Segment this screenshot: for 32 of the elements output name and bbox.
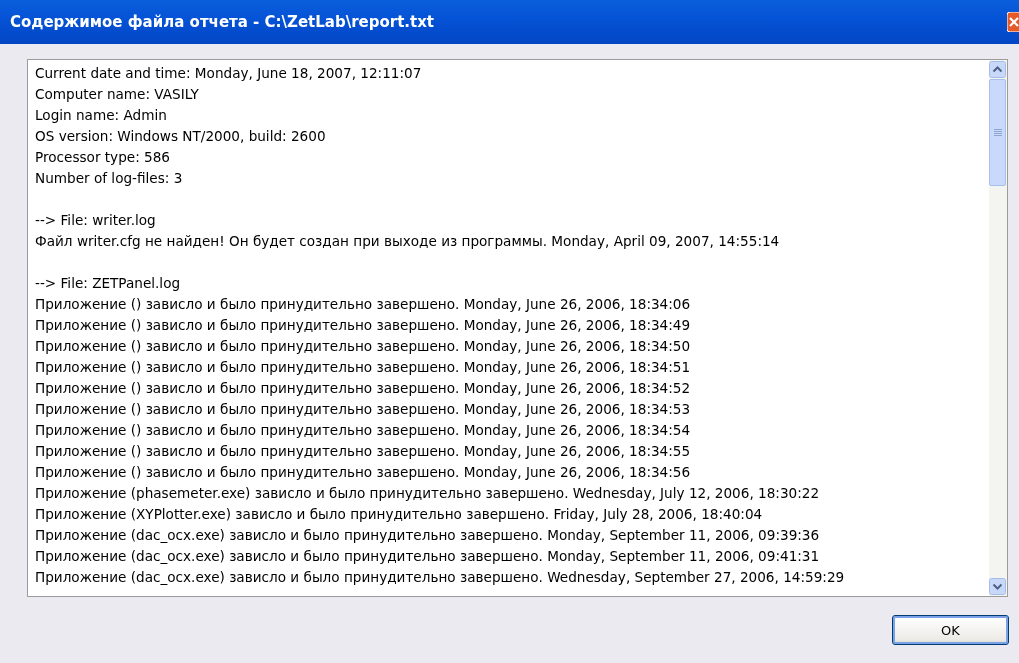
log-entry: Приложение (phasemeter.exe) зависло и было принудительно завершено. Wednesday, July 12, 2006, 18:30:22 — [35, 484, 821, 503]
log-entry: Приложение () зависло и было принудительно завершено. Monday, June 26, 2006, 18:34:50 — [35, 337, 692, 356]
log-entry: Приложение () зависло и было принудительно завершено. Monday, June 26, 2006, 18:34:54 — [35, 421, 692, 440]
file-heading: --> File: ZETPanel.log — [35, 274, 182, 293]
grip-icon — [993, 129, 1002, 136]
log-entry: Приложение (dac_ocx.exe) зависло и было принудительно завершено. Monday, September 11, 2006, 09:41:31 — [35, 547, 821, 566]
close-icon[interactable] — [1007, 12, 1019, 32]
report-line: OS version: Windows NT/2000, build: 2600 — [35, 127, 327, 146]
ok-button[interactable]: OK — [892, 615, 1009, 645]
scrollbar[interactable] — [989, 60, 1007, 596]
report-line: Processor type: 586 — [35, 148, 171, 167]
log-entry: Приложение () зависло и было принудительно завершено. Monday, June 26, 2006, 18:34:51 — [35, 358, 692, 377]
scroll-down-button[interactable] — [989, 578, 1006, 595]
log-entry: Приложение () зависло и было принудительно завершено. Monday, June 26, 2006, 18:34:55 — [35, 442, 692, 461]
file-heading: --> File: writer.log — [35, 211, 157, 230]
scroll-thumb[interactable] — [989, 79, 1006, 186]
report-text-area[interactable] — [27, 59, 1008, 597]
report-line: Computer name: VASILY — [35, 85, 200, 104]
window-title: Содержимое файла отчета - C:\ZetLab\report.txt — [10, 13, 435, 31]
log-entry: Приложение (dac_ocx.exe) зависло и было принудительно завершено. Wednesday, September 27, 2006, 14:59:29 — [35, 568, 846, 587]
log-entry: Приложение () зависло и было принудительно завершено. Monday, June 26, 2006, 18:34:53 — [35, 400, 692, 419]
log-entry: Приложение (dac_ocx.exe) зависло и было принудительно завершено. Monday, September 11, 2006, 09:39:36 — [35, 526, 821, 545]
log-entry: Приложение () зависло и было принудительно завершено. Monday, June 26, 2006, 18:34:49 — [35, 316, 692, 335]
scroll-up-button[interactable] — [989, 61, 1006, 78]
log-entry: Приложение () зависло и было принудительно завершено. Monday, June 26, 2006, 18:34:56 — [35, 463, 692, 482]
log-entry: Приложение (XYPlotter.exe) зависло и было принудительно завершено. Friday, July 28, 2006, 18:40:04 — [35, 505, 764, 524]
report-line: Login name: Admin — [35, 106, 168, 125]
log-entry: Приложение () зависло и было принудительно завершено. Monday, June 26, 2006, 18:34:06 — [35, 295, 692, 314]
report-line: Number of log-files: 3 — [35, 169, 184, 188]
report-line: Current date and time: Monday, June 18, 2007, 12:11:07 — [35, 64, 423, 83]
log-entry: Приложение () зависло и было принудительно завершено. Monday, June 26, 2006, 18:34:52 — [35, 379, 692, 398]
log-entry: Файл writer.cfg не найден! Он будет создан при выходе из программы. Monday, April 09, 2007, 14:55:14 — [35, 232, 781, 251]
